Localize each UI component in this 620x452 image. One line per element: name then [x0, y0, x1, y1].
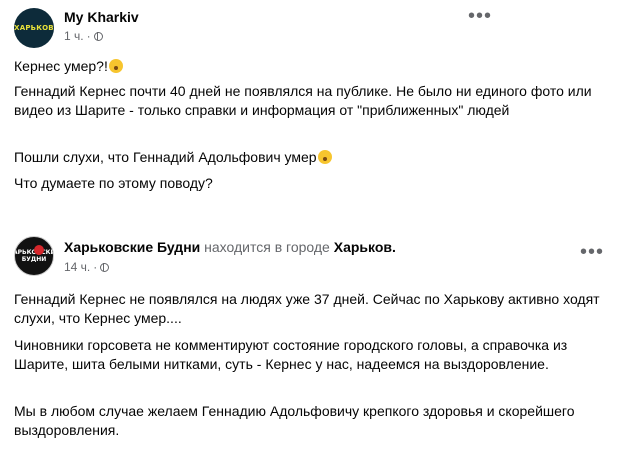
location-link[interactable]: Харьков. — [334, 239, 396, 255]
post-line: Мы в любом случае желаем Геннадию Адольф… — [14, 403, 575, 438]
astonished-emoji-icon — [317, 150, 332, 164]
post-line: Геннадий Кернес почти 40 дней не появлял… — [14, 83, 592, 118]
post-my-kharkiv: ХАРЬКОВ My Kharkiv 1 ч. · ••• Кернес уме… — [0, 0, 620, 208]
more-options-icon[interactable]: ••• — [468, 6, 492, 26]
post-line: Что думаете по этому поводу? — [14, 175, 213, 191]
avatar-label: ХАРЬКОВ — [14, 24, 54, 32]
globe-icon — [100, 262, 110, 272]
avatar[interactable]: ХАРЬКОВСКИЕ БУДНИ — [14, 236, 54, 276]
more-options-icon[interactable]: ••• — [580, 242, 604, 262]
globe-icon — [93, 31, 103, 41]
avatar[interactable]: ХАРЬКОВ — [14, 8, 54, 48]
post-meta: 1 ч. · — [64, 29, 103, 43]
post-line: Кернес умер?! — [14, 57, 600, 76]
location-prefix: находится в городе — [204, 239, 330, 255]
post-time[interactable]: 1 ч. — [64, 29, 84, 43]
author-name[interactable]: My Kharkiv — [64, 9, 139, 25]
avatar-dot — [34, 245, 44, 255]
post-time[interactable]: 14 ч. — [64, 260, 90, 274]
post-line: Геннадий Кернес не появлялся на людях уж… — [14, 291, 600, 326]
author-name[interactable]: Харьковские Будни — [64, 239, 200, 255]
author-line: Харьковские Будни находится в городе Хар… — [64, 239, 396, 255]
post-meta: 14 ч. · — [64, 260, 110, 274]
astonished-emoji-icon — [108, 59, 123, 73]
post-line: Пошли слухи, что Геннадий Адольфович уме… — [14, 148, 600, 167]
post-line: Чиновники горсовета не комментируют сост… — [14, 337, 568, 372]
